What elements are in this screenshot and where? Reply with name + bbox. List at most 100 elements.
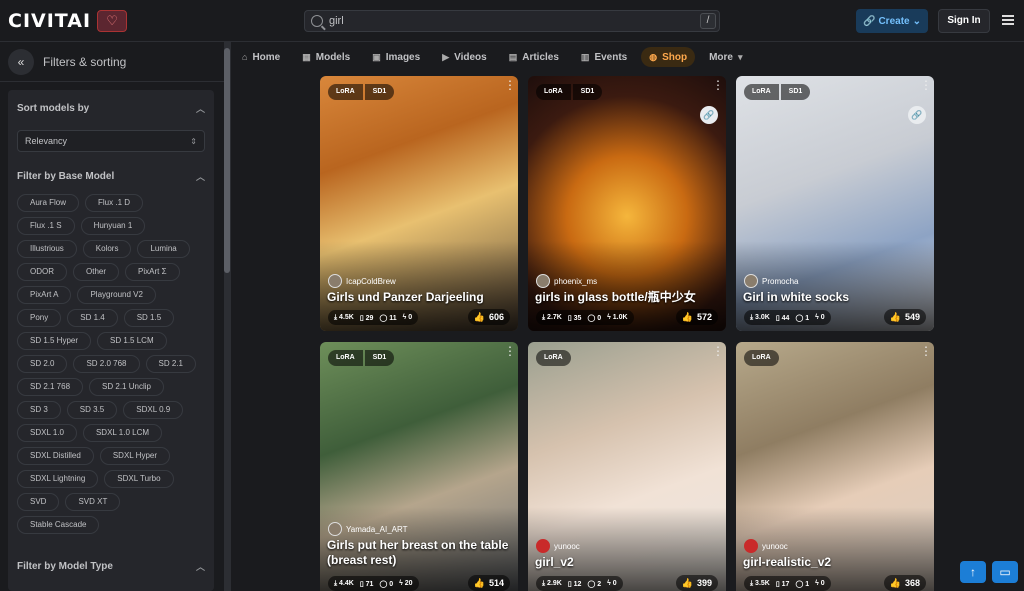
creator-name[interactable]: IcapColdBrew [346,277,396,286]
model-card[interactable]: LoRASD1 ⋮ IcapColdBrew Girls und Panzer … [320,76,518,331]
base-model-chip[interactable]: Other [73,263,120,281]
base-model-chip[interactable]: SVD [17,493,60,511]
more-options-icon[interactable]: ⋮ [920,345,932,357]
base-model-chip[interactable]: SVD XT [65,493,121,511]
base-model-chip[interactable]: Pony [17,309,62,327]
base-model-chip[interactable]: SDXL Hyper [99,447,171,465]
sign-in-button[interactable]: Sign In [938,9,990,33]
reaction-count[interactable]: 👍 549 [883,309,926,325]
avatar[interactable] [536,274,550,288]
model-card[interactable]: LoRA ⋮ yunooc girl-realistic_v2 ⤓ 3.5K ▯… [736,342,934,591]
base-model-chip[interactable]: Flux .1 D [85,194,144,212]
base-model-chip[interactable]: SDXL 1.0 [17,424,77,442]
base-model-chip[interactable]: SDXL Distilled [17,447,94,465]
avatar[interactable] [744,539,758,553]
model-type-section-header[interactable]: Filter by Model Type ︿ [8,548,214,584]
sort-select[interactable]: Relevancy ⇕ [17,130,205,152]
creator-name[interactable]: yunooc [554,542,580,551]
more-options-icon[interactable]: ⋮ [504,79,516,91]
model-title[interactable]: girl_v2 [535,555,718,570]
reaction-count[interactable]: 👍 368 [883,575,926,591]
scrollbar-thumb[interactable] [224,48,230,273]
model-title[interactable]: girl-realistic_v2 [743,555,926,570]
reaction-count[interactable]: 👍 606 [467,309,510,325]
base-model-chip[interactable]: SD 2.0 [17,355,68,373]
avatar[interactable] [744,274,758,288]
base-model-chip[interactable]: Hunyuan 1 [80,217,146,235]
search-bar[interactable]: / [304,10,720,32]
logo-text[interactable]: CIVITAI [8,10,91,32]
more-options-icon[interactable]: ⋮ [712,345,724,357]
creator[interactable]: IcapColdBrew [328,274,396,288]
model-title[interactable]: Girl in white socks [743,290,926,305]
nav-models[interactable]: ▦ Models [302,47,350,67]
base-model-section-header[interactable]: Filter by Base Model ︿ [8,158,214,194]
base-model-chip[interactable]: SD 1.5 Hyper [17,332,92,350]
base-model-chip[interactable]: SDXL 0.9 [123,401,184,419]
base-model-chip[interactable]: SD 2.1 768 [17,378,84,396]
model-title[interactable]: Girls und Panzer Darjeeling [327,290,510,305]
avatar[interactable] [328,274,342,288]
collapse-sidebar-icon[interactable]: « [8,48,34,75]
search-input[interactable] [329,15,719,27]
base-model-chip[interactable]: SD 2.1 [145,355,196,373]
create-button[interactable]: 🔗 Create ⌄ [856,9,928,33]
base-model-chip[interactable]: Lumina [137,240,190,258]
creator[interactable]: Yamada_AI_ART [328,522,408,536]
base-model-chip[interactable]: PixArt A [17,286,72,304]
model-card[interactable]: LoRA ⋮ yunooc girl_v2 ⤓ 2.9K ▯ 12 ◯ 2 ϟ … [528,342,726,591]
creator-name[interactable]: Promocha [762,277,798,286]
base-model-chip[interactable]: Illustrious [17,240,77,258]
link-icon[interactable]: 🔗 [908,106,926,124]
model-title[interactable]: Girls put her breast on the table (breas… [327,538,510,568]
chevron-up-icon[interactable]: ︿ [196,560,205,573]
sort-section-header[interactable]: Sort models by ︿ [8,90,214,126]
reaction-count[interactable]: 👍 514 [467,575,510,591]
model-card[interactable]: LoRASD1 ⋮ Yamada_AI_ART Girls put her br… [320,342,518,591]
base-model-chip[interactable]: SD 3 [17,401,61,419]
base-model-chip[interactable]: Kolors [82,240,132,258]
more-options-icon[interactable]: ⋮ [920,79,932,91]
creator-name[interactable]: Yamada_AI_ART [346,525,408,534]
hamburger-menu-icon[interactable] [1002,15,1014,25]
base-model-chip[interactable]: SDXL Lightning [17,470,99,488]
model-card[interactable]: LoRASD1 ⋮ 🔗 phoenix_ms girls in glass bo… [528,76,726,331]
model-title[interactable]: girls in glass bottle/瓶中少女 [535,290,718,305]
reaction-count[interactable]: 👍 572 [675,309,718,325]
creator[interactable]: yunooc [744,539,788,553]
base-model-chip[interactable]: SD 1.4 [67,309,118,327]
scroll-top-button[interactable]: ↑ [960,561,986,583]
base-model-chip[interactable]: SDXL 1.0 LCM [82,424,163,442]
avatar[interactable] [536,539,550,553]
base-model-chip[interactable]: SDXL Turbo [104,470,174,488]
chat-button[interactable]: ▭ [992,561,1018,583]
creator[interactable]: phoenix_ms [536,274,597,288]
base-model-chip[interactable]: SD 1.5 LCM [97,332,167,350]
base-model-chip[interactable]: Flux .1 S [17,217,75,235]
base-model-chip[interactable]: SD 1.5 [123,309,175,327]
base-model-chip[interactable]: SD 2.0 768 [73,355,140,373]
creator-name[interactable]: yunooc [762,542,788,551]
chevron-up-icon[interactable]: ︿ [196,102,205,115]
sidebar-scrollbar[interactable] [224,42,230,591]
nav-shop[interactable]: ◍ Shop [641,47,696,67]
reaction-count[interactable]: 👍 399 [675,575,718,591]
base-model-chip[interactable]: SD 2.1 Unclip [89,378,164,396]
base-model-chip[interactable]: Playground V2 [77,286,156,304]
nav-events[interactable]: ▥ Events [581,47,627,67]
more-options-icon[interactable]: ⋮ [504,345,516,357]
nav-images[interactable]: ▣ Images [372,47,420,67]
creator-name[interactable]: phoenix_ms [554,277,597,286]
creator[interactable]: yunooc [536,539,580,553]
base-model-chip[interactable]: ODOR [17,263,67,281]
nav-articles[interactable]: ▤ Articles [509,47,559,67]
creator[interactable]: Promocha [744,274,798,288]
base-model-chip[interactable]: Stable Cascade [17,516,100,534]
nav-videos[interactable]: ▶ Videos [442,47,487,67]
link-icon[interactable]: 🔗 [700,106,718,124]
more-options-icon[interactable]: ⋮ [712,79,724,91]
base-model-chip[interactable]: PixArt Σ [125,263,180,281]
base-model-chip[interactable]: SD 3.5 [66,401,118,419]
nav-more[interactable]: More ▾ [709,47,742,67]
avatar[interactable] [328,522,342,536]
